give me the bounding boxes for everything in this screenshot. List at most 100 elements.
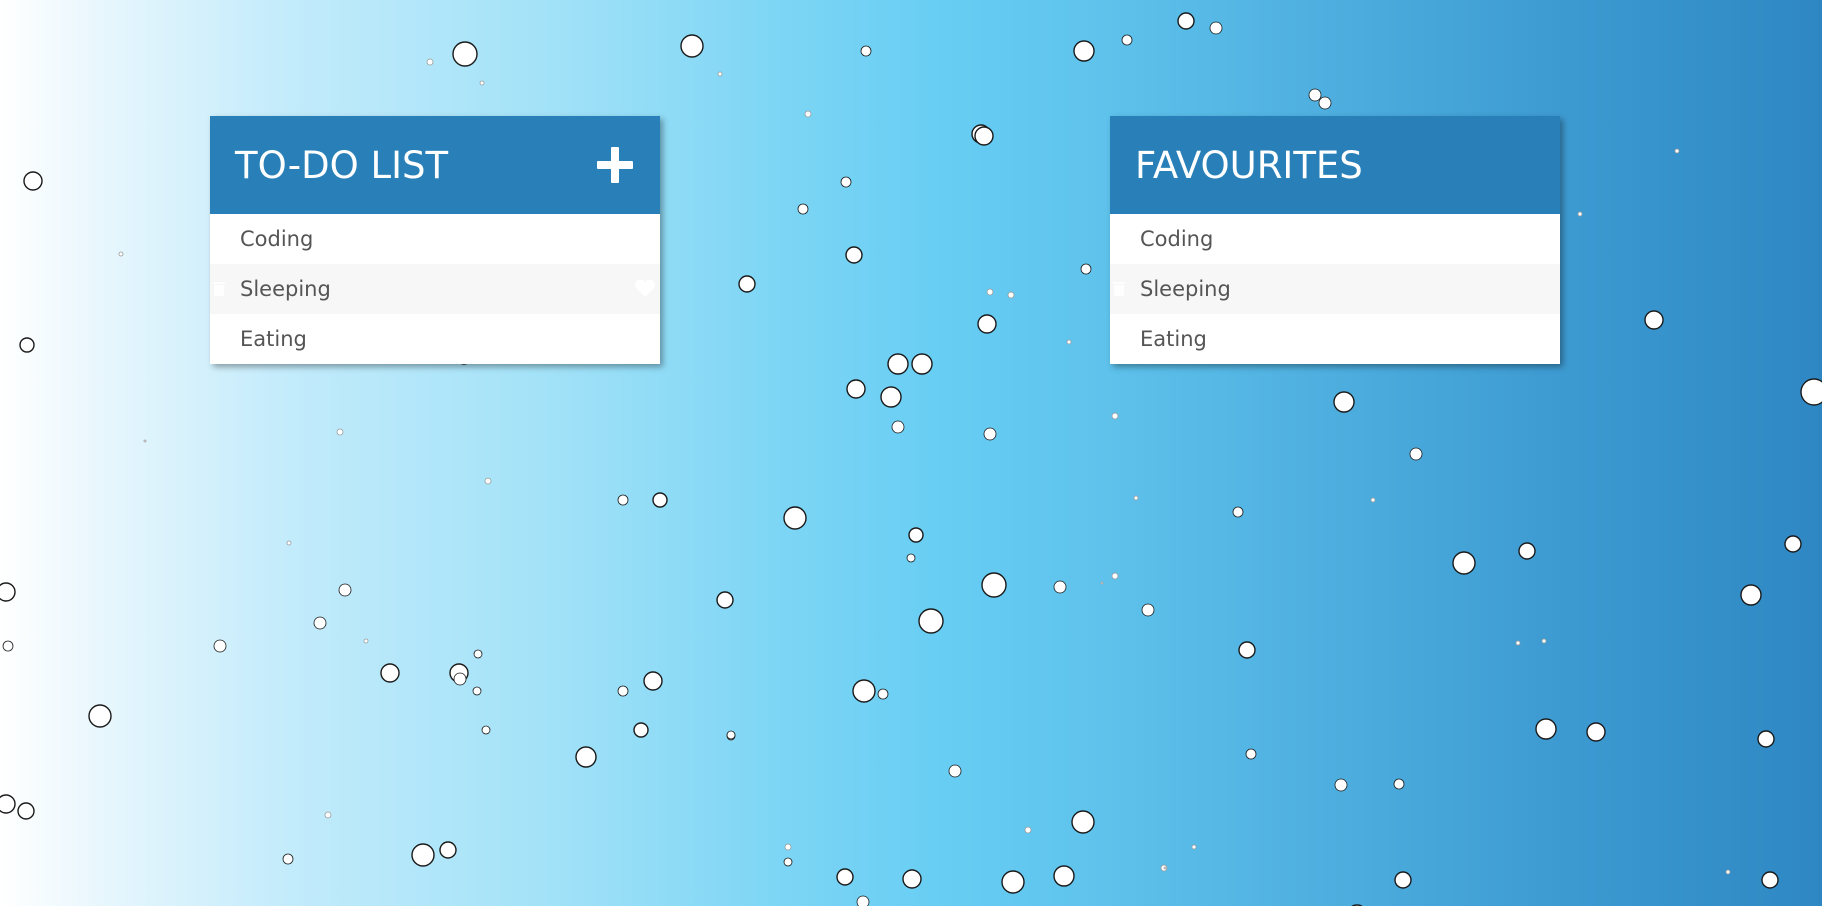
bubble	[1053, 580, 1067, 594]
bubble	[452, 41, 478, 67]
bubble	[986, 288, 994, 296]
todo-item-eating[interactable]: Eating	[210, 314, 660, 364]
bubble	[1334, 778, 1348, 792]
bubble	[1245, 748, 1257, 760]
bubble	[1409, 447, 1423, 461]
favourite-item-coding[interactable]: Coding	[1110, 214, 1560, 264]
bubble	[1141, 603, 1155, 617]
bubble	[2, 640, 14, 652]
bubble	[1053, 865, 1075, 887]
bubble	[1784, 535, 1802, 553]
bubble	[716, 591, 734, 609]
add-todo-button[interactable]	[595, 145, 635, 185]
bubble	[411, 843, 435, 867]
bubble	[439, 841, 457, 859]
bubble	[1757, 730, 1775, 748]
favourites-header: FAVOURITES	[1110, 116, 1560, 214]
favourite-item-label: Coding	[1140, 227, 1214, 251]
bubble	[617, 685, 629, 697]
bubble	[313, 616, 327, 630]
bubble	[1191, 844, 1197, 850]
bubble	[1541, 638, 1547, 644]
bubble	[981, 572, 1007, 598]
bubble	[717, 71, 723, 77]
bubble	[643, 671, 663, 691]
bubble	[1111, 412, 1119, 420]
bubble	[902, 869, 922, 889]
bubble	[1177, 12, 1195, 30]
bubble	[1333, 391, 1355, 413]
bubble	[286, 540, 292, 546]
bubble	[887, 353, 909, 375]
todo-list-title: TO-DO LIST	[235, 143, 449, 187]
favourites-title: FAVOURITES	[1135, 143, 1363, 187]
bubble	[1308, 88, 1322, 102]
bubble	[1394, 871, 1412, 889]
bubble	[472, 686, 482, 696]
bubble	[783, 857, 793, 867]
trash-icon[interactable]	[1112, 279, 1126, 297]
bubble	[143, 439, 147, 443]
bubble	[380, 663, 400, 683]
bubble	[1515, 640, 1521, 646]
bubble	[1238, 641, 1256, 659]
todo-item-label: Sleeping	[240, 277, 331, 301]
bubble	[877, 688, 889, 700]
plus-icon	[597, 147, 633, 183]
bubble	[1073, 40, 1095, 62]
bubble	[856, 895, 870, 906]
bubble	[1163, 866, 1167, 870]
bubble	[908, 527, 924, 543]
bubble	[19, 337, 35, 353]
bubble	[324, 811, 332, 819]
bubble	[23, 171, 43, 191]
bubble	[840, 176, 852, 188]
bubble	[1232, 506, 1244, 518]
bubble	[1740, 584, 1762, 606]
favourite-item-label: Sleeping	[1140, 277, 1231, 301]
todo-item-sleeping[interactable]: Sleeping	[210, 264, 660, 314]
bubble	[426, 58, 434, 66]
favourite-item-sleeping[interactable]: Sleeping	[1110, 264, 1560, 314]
bubble	[845, 246, 863, 264]
bubble	[617, 494, 629, 506]
bubble	[479, 80, 485, 86]
bubble	[1100, 581, 1104, 585]
bubble	[1393, 778, 1405, 790]
bubble	[784, 843, 792, 851]
bubble	[473, 649, 483, 659]
bubble	[1318, 96, 1332, 110]
bubble	[880, 386, 902, 408]
bubble	[891, 420, 905, 434]
bubble	[1370, 497, 1376, 503]
todo-item-coding[interactable]: Coding	[210, 214, 660, 264]
todo-list-header: TO-DO LIST	[210, 116, 660, 214]
bubble	[846, 379, 866, 399]
bubble	[1452, 551, 1476, 575]
favourite-item-eating[interactable]: Eating	[1110, 314, 1560, 364]
bubble	[336, 428, 344, 436]
bubble	[1800, 378, 1822, 406]
bubble	[738, 275, 756, 293]
bubble	[1111, 572, 1119, 580]
bubble	[338, 583, 352, 597]
bubble	[0, 582, 16, 602]
bubble	[481, 725, 491, 735]
bubble	[484, 477, 492, 485]
todo-list-card: TO-DO LIST Coding Sleeping Eating	[210, 116, 660, 364]
bubble	[983, 427, 997, 441]
heart-icon[interactable]	[634, 278, 656, 298]
bubble	[1518, 542, 1536, 560]
bubble	[1761, 871, 1779, 889]
trash-icon[interactable]	[212, 279, 226, 297]
bubble	[1121, 34, 1133, 46]
bubble	[836, 868, 854, 886]
bubble	[852, 679, 876, 703]
todo-item-label: Eating	[240, 327, 307, 351]
bubble	[977, 314, 997, 334]
bubble	[363, 638, 369, 644]
bubble	[1577, 211, 1583, 217]
bubble	[1586, 722, 1606, 742]
bubble	[1725, 869, 1731, 875]
bubble	[797, 203, 809, 215]
